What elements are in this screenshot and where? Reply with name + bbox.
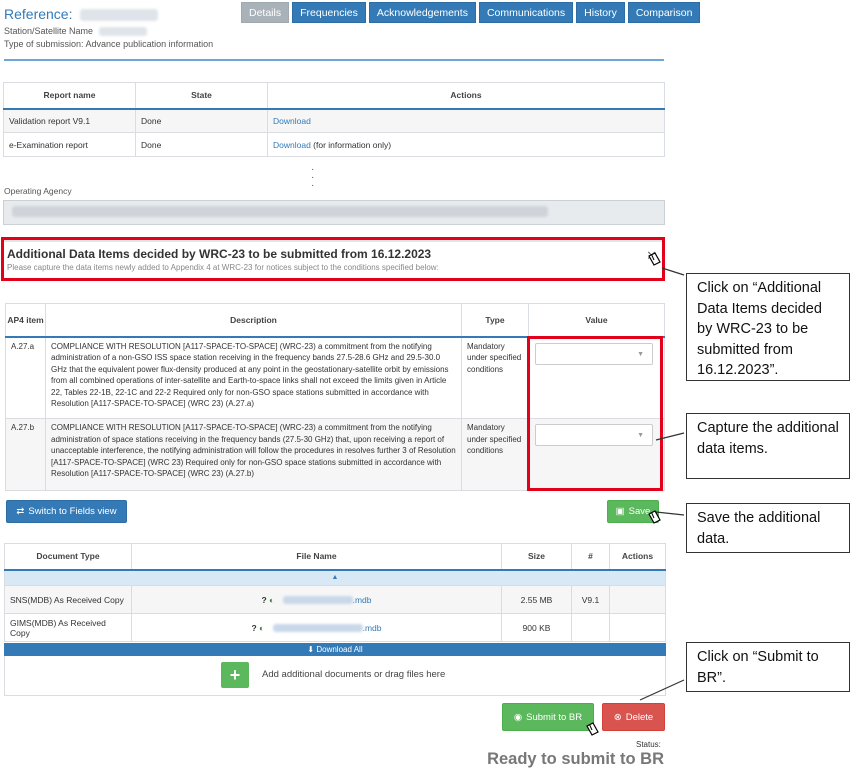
mouse-click-icon bbox=[586, 722, 599, 736]
callout-save: Save the additional data. bbox=[686, 503, 850, 553]
callout-wrc: Click on “Additional Data Items decided … bbox=[686, 273, 850, 381]
callout-capture: Capture the additional data items. bbox=[686, 413, 850, 479]
callout-submit: Click on “Submit to BR”. bbox=[686, 642, 850, 692]
mouse-click-icon bbox=[648, 252, 661, 266]
callout-line-submit bbox=[639, 679, 685, 701]
mouse-click-icon bbox=[648, 510, 661, 524]
callout-line-wrc bbox=[661, 267, 685, 276]
callout-line-capture bbox=[655, 432, 685, 441]
